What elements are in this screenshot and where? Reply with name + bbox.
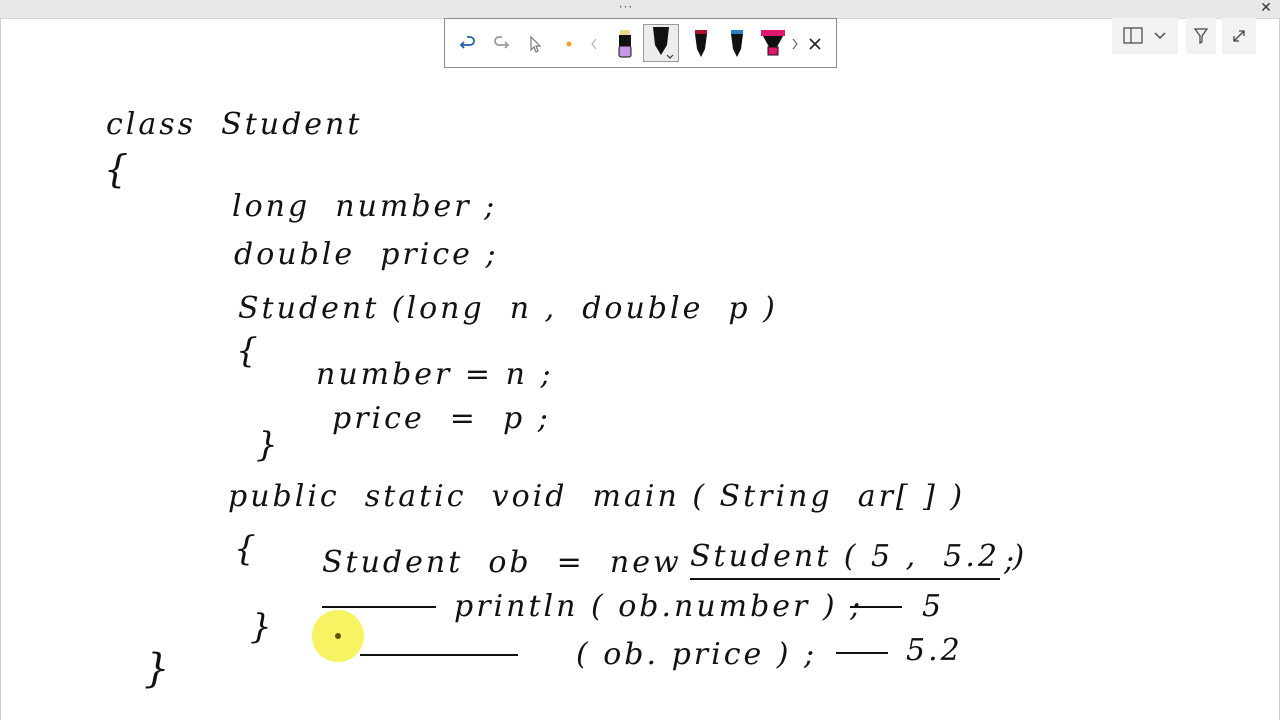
handwriting-println-number: println ( ob.number ) ;: [454, 589, 864, 624]
dash-line: [850, 606, 902, 608]
toolbar-close-button[interactable]: [801, 29, 829, 59]
handwriting-class-line: class Student: [106, 107, 363, 142]
window-close-button[interactable]: ✕: [1258, 0, 1274, 16]
select-icon: [530, 35, 542, 53]
handwriting-println-price: ( ob. price ) ;: [576, 637, 818, 672]
highlighter-purple-button[interactable]: [611, 29, 639, 59]
select-tool-button[interactable]: [521, 29, 549, 59]
filter-button[interactable]: [1186, 18, 1216, 54]
highlighter-purple-icon: [618, 30, 632, 58]
pointer-tool-button[interactable]: [555, 29, 583, 59]
pointer-dot-icon: [566, 41, 572, 47]
handwriting-field-price: double price ;: [234, 237, 499, 272]
page-view-button[interactable]: [1112, 18, 1178, 54]
handwriting-semicolon: ;: [1004, 543, 1018, 578]
underline-ctor: [690, 578, 1000, 580]
handwriting-main-method: public static void main ( String ar[ ] ): [228, 479, 966, 514]
close-icon: [809, 38, 821, 50]
highlighter-pink-button[interactable]: [759, 29, 787, 59]
window-title-bar: ··· ✕: [0, 0, 1280, 19]
highlighter-pink-icon: [761, 30, 785, 56]
handwriting-object-ctor: Student ( 5 , 5.2 ): [690, 539, 1028, 574]
handwriting-assign-price: price = p ;: [332, 401, 551, 436]
funnel-icon: [1193, 28, 1209, 44]
pen-black-selected[interactable]: [643, 24, 679, 62]
laser-pointer-cursor: [312, 610, 364, 662]
scroll-left-button[interactable]: [587, 29, 601, 59]
undo-icon: [459, 36, 475, 49]
handwriting-brace: }: [144, 646, 173, 692]
scroll-left-chevron-icon: [591, 38, 597, 50]
handwriting-constructor: Student (long n , double p ): [238, 291, 778, 326]
handwriting-assign-number: number = n ;: [316, 357, 554, 392]
scroll-right-button[interactable]: [788, 29, 802, 59]
pen-blue-icon: [731, 30, 743, 57]
handwriting-result-5-2: 5.2: [906, 633, 963, 668]
scroll-right-chevron-icon: [792, 38, 798, 50]
blank-line: [360, 654, 518, 656]
handwriting-brace: {: [234, 529, 259, 569]
handwriting-brace: }: [256, 425, 281, 465]
handwriting-brace: {: [104, 147, 132, 191]
pen-black-icon: [653, 27, 674, 59]
handwriting-field-number: long number ;: [232, 189, 498, 224]
drag-grip[interactable]: ···: [614, 1, 638, 15]
redo-button[interactable]: [487, 29, 515, 59]
pen-red-icon: [695, 30, 707, 57]
pen-red-button[interactable]: [687, 29, 715, 59]
handwriting-brace: {: [236, 331, 261, 371]
handwriting-object-decl: Student ob = new: [322, 545, 682, 580]
ink-canvas[interactable]: class Student { long number ; double pri…: [0, 70, 1280, 720]
undo-button[interactable]: [454, 29, 482, 59]
pen-blue-button[interactable]: [723, 29, 751, 59]
dropdown-chevron-icon: [1154, 32, 1166, 39]
ink-toolbar: [444, 18, 837, 68]
view-tools: [1112, 18, 1256, 54]
redo-icon: [494, 36, 510, 49]
blank-line: [322, 606, 436, 608]
dash-line: [836, 652, 888, 654]
page-view-icon: [1123, 27, 1143, 44]
handwriting-brace: }: [250, 607, 275, 647]
handwriting-result-5: 5: [922, 589, 945, 624]
expand-icon: [1233, 30, 1245, 42]
expand-button[interactable]: [1222, 18, 1256, 54]
